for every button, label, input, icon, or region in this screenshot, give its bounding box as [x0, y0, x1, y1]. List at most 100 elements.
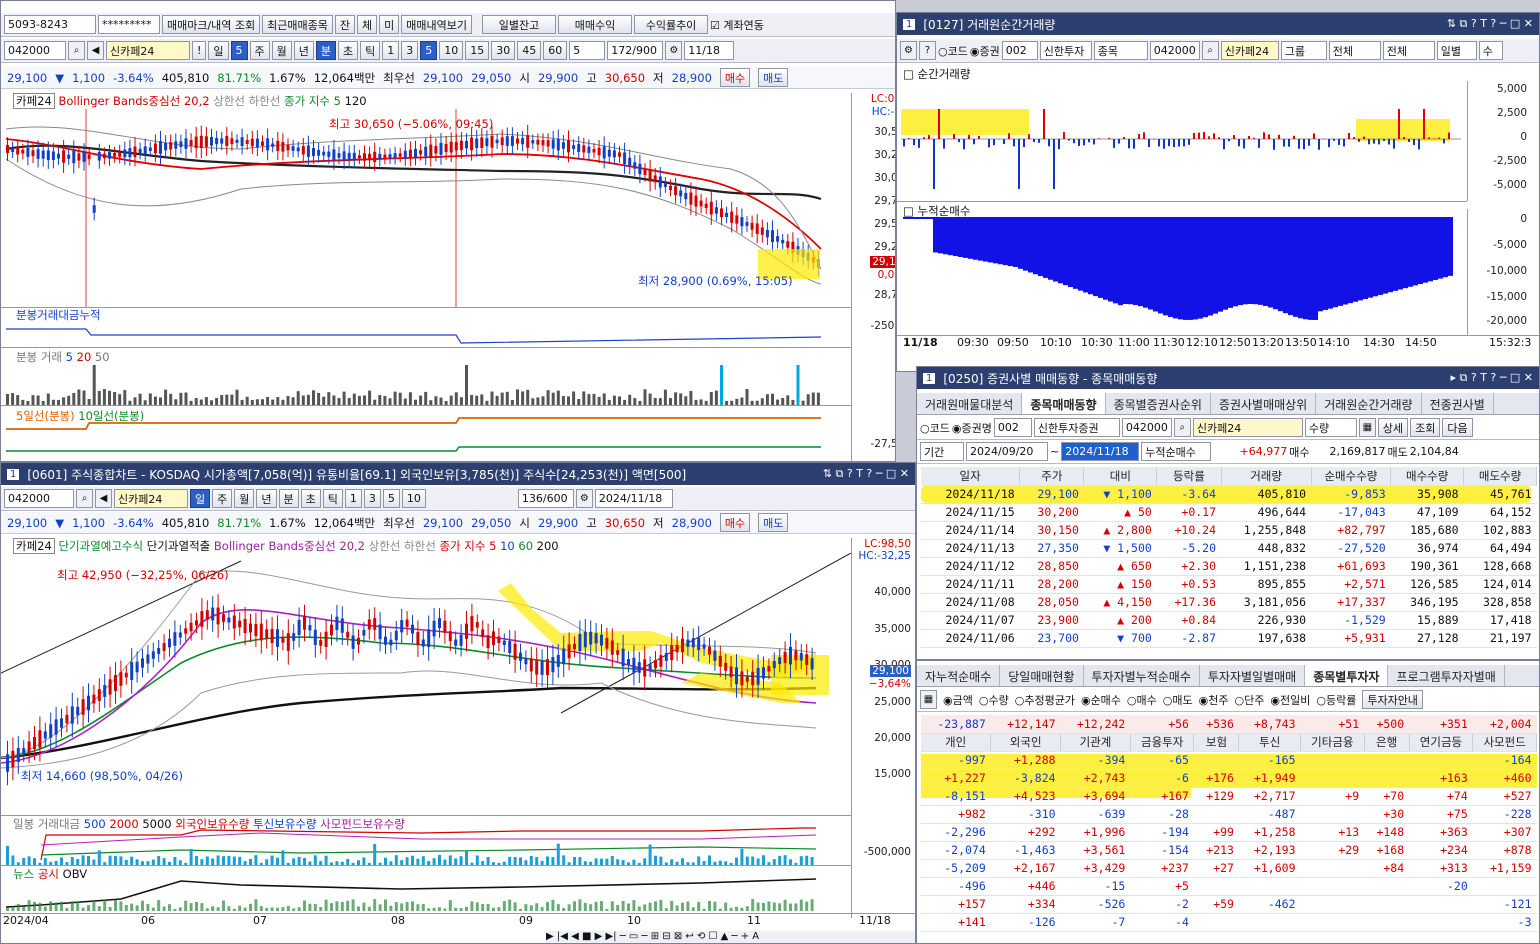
next-button[interactable]: 다음	[1442, 418, 1473, 437]
investor-row[interactable]: +982 -310 -639 -28 -487 +30 +75 -228	[921, 805, 1537, 824]
alert-button[interactable]: !	[192, 41, 207, 60]
period-second[interactable]: 초	[338, 41, 359, 60]
opt-name[interactable]: ◉증권명	[952, 420, 992, 436]
period-year[interactable]: 년	[293, 41, 314, 60]
group-select[interactable]: 그룹	[1280, 41, 1327, 60]
chart1-date[interactable]: 11/18	[684, 41, 735, 60]
w0250-code[interactable]: 042000	[1121, 418, 1172, 437]
tab-all-broker[interactable]: 전종권사별	[1422, 393, 1494, 414]
window-controls[interactable]: ▸ ⧉ ? T ? ─ □ ✕	[1451, 371, 1533, 385]
chart2-day[interactable]: 일	[190, 489, 211, 508]
account-field[interactable]: 5093-8243	[4, 15, 96, 34]
trend-row[interactable]: 2024/11/08 28,050 ▲ 4,150 +17.36 3,181,056 +1…	[921, 593, 1537, 612]
investor-col-header[interactable]: 투신	[1238, 733, 1301, 752]
n45[interactable]: 45	[517, 41, 542, 60]
window-controls[interactable]: ⇅ ⧉ ? T ? ─ □ ✕	[1447, 17, 1533, 31]
investor-col-header[interactable]: 연기금등	[1409, 733, 1474, 752]
period-month[interactable]: 월	[271, 41, 292, 60]
n3[interactable]: 3	[401, 41, 419, 60]
mi-button[interactable]: 미	[379, 15, 400, 34]
settings-icon[interactable]: ⚙	[575, 489, 593, 508]
w0250-sec-no[interactable]: 002	[993, 418, 1032, 437]
w0127-name-field[interactable]: 신 카페24	[1220, 41, 1279, 60]
opt-net[interactable]: ◉순매수	[1081, 692, 1121, 708]
chart2-tick[interactable]: 틱	[322, 489, 343, 508]
search-icon[interactable]: ⌕	[1173, 418, 1191, 437]
date-from[interactable]: 2024/09/20	[966, 442, 1048, 461]
investor-guide-button[interactable]: 투자자안내	[1362, 690, 1423, 709]
speaker-icon[interactable]: ◀	[87, 41, 104, 60]
investor-col-header[interactable]: 기타금융	[1300, 733, 1365, 752]
che-button[interactable]: 체	[357, 15, 378, 34]
sec-name[interactable]: 신한투자	[1039, 41, 1092, 60]
trend-col-header[interactable]: 일자	[921, 467, 1021, 486]
daily-select[interactable]: 일별	[1436, 41, 1477, 60]
grid-icon[interactable]: ▦	[1358, 418, 1376, 437]
c2n10[interactable]: 10	[401, 489, 426, 508]
trend-row[interactable]: 2024/11/14 30,150 ▲ 2,800 +10.24 1,255,848 +8…	[921, 521, 1537, 540]
all2-select[interactable]: 전체	[1382, 41, 1435, 60]
settings-icon[interactable]: ⚙	[900, 41, 917, 60]
sell-button[interactable]: 매도	[758, 68, 789, 87]
investor-col-header[interactable]: 개인	[921, 733, 992, 752]
investor-row[interactable]: -2,296 +292 +1,996 -194 +99 +1,258 +13 +148 +363…	[921, 823, 1537, 842]
tab-inv-1[interactable]: 당일매매현황	[1000, 665, 1084, 686]
scroll-controls[interactable]: ▶ |◀ ◀ ■ ▶ ▶| ─ ▭ ─ ⊞ ⊟ ⊠ ↩ ⟲ ☐ ▲ ─ + A	[546, 931, 915, 943]
c2-buy-button[interactable]: 매수	[719, 513, 751, 532]
trend-col-header[interactable]: 매수수량	[1390, 467, 1465, 486]
trade-profit-button[interactable]: 매매수익	[558, 15, 633, 34]
c2n3[interactable]: 3	[363, 489, 381, 508]
n30[interactable]: 30	[491, 41, 516, 60]
investor-col-header[interactable]: 사모펀드	[1472, 733, 1537, 752]
investor-row[interactable]: -496 +446 -15 +5 -20	[921, 877, 1537, 896]
help-icon[interactable]: ?	[919, 41, 936, 60]
investor-row[interactable]: +141 -126 -7 -4 -3	[921, 913, 1537, 932]
search-icon[interactable]: ⌕	[68, 41, 85, 60]
investor-row[interactable]: -997 +1,288 -394 -65 -165 -164	[921, 751, 1537, 770]
calendar-icon[interactable]: ▦	[920, 690, 937, 709]
period-week[interactable]: 주	[249, 41, 270, 60]
tab-broker-top[interactable]: 증권사별매매상위	[1211, 393, 1317, 414]
chart2-ratio[interactable]: 136/600	[517, 489, 574, 508]
c2n1[interactable]: 1	[344, 489, 362, 508]
su-select[interactable]: 수	[1478, 41, 1503, 60]
window-controls[interactable]: ⇅ ⧉ ? T ? ─ □ ✕	[823, 467, 909, 481]
opt-prev[interactable]: ◉전일비	[1270, 692, 1310, 708]
trend-row[interactable]: 2024/11/18 29,100 ▼ 1,100 -3.64 405,810 -9,85…	[921, 485, 1537, 504]
investor-row[interactable]: -5,209 +2,167 +3,429 +237 +27 +1,609 +84 +313 +1…	[921, 859, 1537, 878]
opt-amount[interactable]: ◉금액	[943, 692, 973, 708]
ratio-field[interactable]: 172/900	[607, 41, 664, 60]
tab-instant-vol[interactable]: 거래원순간거래량	[1316, 393, 1422, 414]
trend-col-header[interactable]: 등락률	[1156, 467, 1222, 486]
detail-button[interactable]: 상세	[1377, 418, 1409, 437]
query-button[interactable]: 조회	[1410, 418, 1441, 437]
chart1-name-field[interactable]: 신 카페24	[106, 41, 190, 60]
c2-sell-button[interactable]: 매도	[758, 513, 789, 532]
c2n5[interactable]: 5	[382, 489, 400, 508]
chart2-date[interactable]: 2024/11/18	[594, 489, 673, 508]
chart2-code[interactable]: 042000	[4, 489, 74, 508]
n60[interactable]: 60	[543, 41, 568, 60]
trend-col-header[interactable]: 순매수수량	[1311, 467, 1392, 486]
period-select[interactable]: 기간	[920, 442, 964, 461]
chart2-name-field[interactable]: 신 카페24	[114, 489, 188, 508]
period-minute[interactable]: 분	[315, 41, 337, 60]
buy-button[interactable]: 매수	[719, 68, 751, 87]
instant-volume-chart[interactable]	[901, 81, 1467, 201]
tab-stock-trend[interactable]: 종목매매동향	[1022, 393, 1106, 414]
tab-inv-0[interactable]: 자누적순매수	[917, 665, 1001, 686]
trend-row[interactable]: 2024/11/11 28,200 ▲ 150 +0.53 895,855 +2,571 1…	[921, 575, 1537, 594]
chart1-code-input[interactable]: 042000	[4, 41, 66, 60]
tab-inv-3[interactable]: 투자자별일별매매	[1200, 665, 1306, 686]
chart2-month[interactable]: 월	[234, 489, 255, 508]
trend-col-header[interactable]: 매도수량	[1463, 467, 1537, 486]
settings-icon[interactable]: ⚙	[665, 41, 683, 60]
opt-qty[interactable]: ○수량	[979, 692, 1009, 708]
opt-buy[interactable]: ○매수	[1127, 692, 1157, 708]
trade-mark-button[interactable]: 매매마크/내역 조회	[162, 15, 261, 34]
trend-row[interactable]: 2024/11/15 30,200 ▲ 50 +0.17 496,644 -17,043 4…	[921, 503, 1537, 522]
trend-col-header[interactable]: 주가	[1019, 467, 1085, 486]
trade-history-button[interactable]: 매매내역보기	[401, 15, 473, 34]
trend-row[interactable]: 2024/11/06 23,700 ▼ 700 -2.87 197,638 +5,931 2…	[921, 629, 1537, 648]
w0250-name-field[interactable]: 신 카페24	[1192, 418, 1303, 437]
